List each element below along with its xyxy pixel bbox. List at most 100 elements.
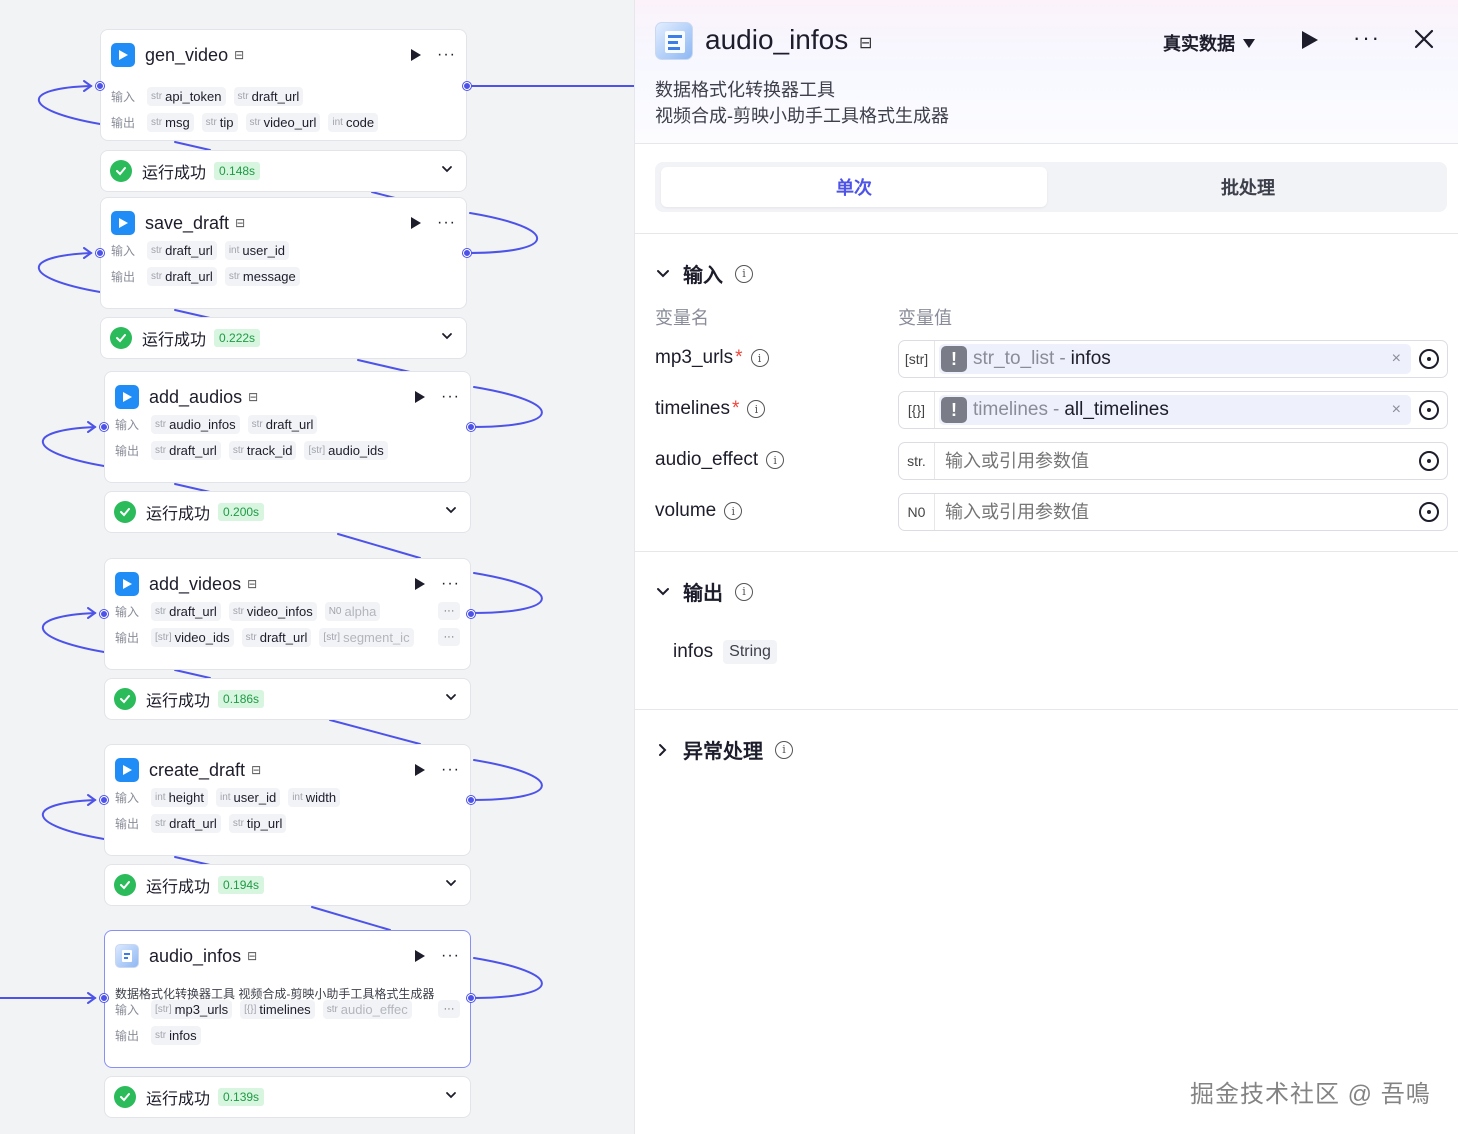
- more-params-button[interactable]: ···: [438, 1000, 460, 1018]
- param-type-selector[interactable]: N0: [899, 494, 935, 530]
- warning-icon: !: [941, 397, 967, 423]
- param-value-field[interactable]: str.: [898, 442, 1448, 480]
- chevron-down-icon[interactable]: [440, 162, 454, 181]
- output-port[interactable]: [463, 82, 471, 90]
- workflow-node[interactable]: audio_infos ⊟ ··· 数据格式化转换器工具 视频合成-剪映小助手工具格式…: [104, 930, 471, 1068]
- param-type-selector[interactable]: [str]: [899, 341, 935, 377]
- output-section-header[interactable]: 输出 i: [655, 577, 753, 606]
- node-header: add_audios ⊟ ···: [115, 384, 460, 410]
- run-status-bar[interactable]: 运行成功 0.148s: [100, 150, 467, 192]
- divider: [635, 709, 1458, 710]
- workflow-node[interactable]: gen_video ⊟ ··· 输入 str api_token str draft_url 输…: [100, 29, 467, 141]
- format-tool-icon: [655, 22, 693, 60]
- more-icon[interactable]: ···: [437, 47, 456, 63]
- node-input-row: 输入 str draft_url str video_infos N0 alpha ···: [115, 600, 460, 622]
- play-icon[interactable]: [415, 950, 426, 962]
- more-icon[interactable]: ···: [441, 576, 460, 592]
- more-button[interactable]: ···: [1353, 25, 1381, 51]
- input-section-header[interactable]: 输入 i: [655, 259, 753, 288]
- play-icon[interactable]: [411, 217, 422, 229]
- more-icon[interactable]: ···: [441, 389, 460, 405]
- output-port[interactable]: [467, 423, 475, 431]
- reference-picker-icon[interactable]: [1419, 349, 1439, 369]
- run-status-bar[interactable]: 运行成功 0.186s: [104, 678, 471, 720]
- input-port[interactable]: [100, 423, 108, 431]
- run-status-bar[interactable]: 运行成功 0.200s: [104, 491, 471, 533]
- param-type-selector[interactable]: str.: [899, 443, 935, 479]
- output-port[interactable]: [467, 610, 475, 618]
- play-icon[interactable]: [415, 578, 426, 590]
- more-icon[interactable]: ···: [441, 948, 460, 964]
- reference-tag[interactable]: ! str_to_list - infos ×: [939, 344, 1411, 374]
- input-port[interactable]: [96, 249, 104, 257]
- reference-picker-icon[interactable]: [1419, 451, 1439, 471]
- input-port[interactable]: [100, 796, 108, 804]
- chevron-down-icon[interactable]: [444, 690, 458, 709]
- run-status-bar[interactable]: 运行成功 0.139s: [104, 1076, 471, 1118]
- param-chip: int user_id: [215, 787, 281, 807]
- info-icon[interactable]: i: [735, 582, 753, 601]
- param-chip: [str] mp3_urls: [151, 999, 233, 1019]
- param-name-label: audio_effect i: [655, 449, 785, 471]
- exception-section-header[interactable]: 异常处理 i: [655, 735, 793, 764]
- run-status-bar[interactable]: 运行成功 0.222s: [100, 317, 467, 359]
- clear-reference-icon[interactable]: ×: [1392, 401, 1401, 419]
- tab-batch[interactable]: 批处理: [1055, 167, 1441, 207]
- workflow-node[interactable]: add_audios ⊟ ··· 输入 str audio_infos str draft_u…: [104, 371, 471, 483]
- param-value-input[interactable]: [945, 501, 1405, 523]
- reference-picker-icon[interactable]: [1419, 502, 1439, 522]
- info-icon[interactable]: i: [735, 264, 753, 283]
- param-value-field[interactable]: [{}]! timelines - all_timelines ×: [898, 391, 1448, 429]
- wire: [329, 719, 421, 745]
- info-icon[interactable]: i: [750, 349, 769, 367]
- output-port[interactable]: [467, 796, 475, 804]
- workflow-node[interactable]: create_draft ⊟ ··· 输入 int height int user_id int…: [104, 744, 471, 856]
- input-port[interactable]: [100, 994, 108, 1002]
- tab-single[interactable]: 单次: [661, 167, 1047, 207]
- reference-separator: -: [1052, 399, 1060, 420]
- chevron-down-icon[interactable]: [444, 1088, 458, 1107]
- play-icon[interactable]: [415, 764, 426, 776]
- chevron-down-icon[interactable]: [440, 329, 454, 348]
- more-icon[interactable]: ···: [441, 762, 460, 778]
- column-header-name: 变量名: [655, 308, 709, 328]
- param-type: str: [155, 1029, 167, 1041]
- chevron-down-icon[interactable]: [444, 876, 458, 895]
- close-button[interactable]: [1413, 28, 1435, 55]
- status-text: 运行成功: [142, 165, 207, 182]
- input-port[interactable]: [96, 82, 104, 90]
- reference-tag[interactable]: ! timelines - all_timelines ×: [939, 395, 1411, 425]
- info-icon[interactable]: i: [775, 740, 793, 759]
- info-icon[interactable]: i: [724, 502, 743, 520]
- wire-arrow: [87, 421, 97, 433]
- param-value-field[interactable]: N0: [898, 493, 1448, 531]
- info-icon[interactable]: i: [747, 400, 766, 418]
- wire: [41, 426, 105, 467]
- data-mode-dropdown[interactable]: 真实数据: [1163, 30, 1255, 56]
- workflow-node[interactable]: save_draft ⊟ ··· 输入 str draft_url int user_id 输出…: [100, 197, 467, 309]
- output-port[interactable]: [467, 994, 475, 1002]
- clear-reference-icon[interactable]: ×: [1392, 350, 1401, 368]
- param-value-input[interactable]: [945, 450, 1405, 472]
- play-icon[interactable]: [411, 49, 422, 61]
- info-icon[interactable]: i: [766, 451, 785, 469]
- param-chip: int width: [288, 787, 341, 807]
- wire: [337, 533, 421, 559]
- input-port[interactable]: [100, 610, 108, 618]
- param-value-field[interactable]: [str]! str_to_list - infos ×: [898, 340, 1448, 378]
- run-button[interactable]: [1302, 31, 1318, 49]
- reference-picker-icon[interactable]: [1419, 400, 1439, 420]
- param-type: int: [228, 244, 240, 256]
- workflow-canvas[interactable]: gen_video ⊟ ··· 输入 str api_token str draft_url 输…: [0, 0, 634, 1134]
- wire: [311, 906, 391, 931]
- output-port[interactable]: [463, 249, 471, 257]
- play-icon[interactable]: [415, 391, 426, 403]
- more-params-button[interactable]: ···: [438, 602, 460, 620]
- workflow-node[interactable]: add_videos ⊟ ··· 输入 str draft_url str video_inf…: [104, 558, 471, 670]
- node-header: gen_video ⊟ ···: [111, 42, 456, 68]
- chevron-down-icon[interactable]: [444, 503, 458, 522]
- param-type-selector[interactable]: [{}]: [899, 392, 935, 428]
- run-status-bar[interactable]: 运行成功 0.194s: [104, 864, 471, 906]
- more-icon[interactable]: ···: [437, 215, 456, 231]
- more-params-button[interactable]: ···: [438, 628, 460, 646]
